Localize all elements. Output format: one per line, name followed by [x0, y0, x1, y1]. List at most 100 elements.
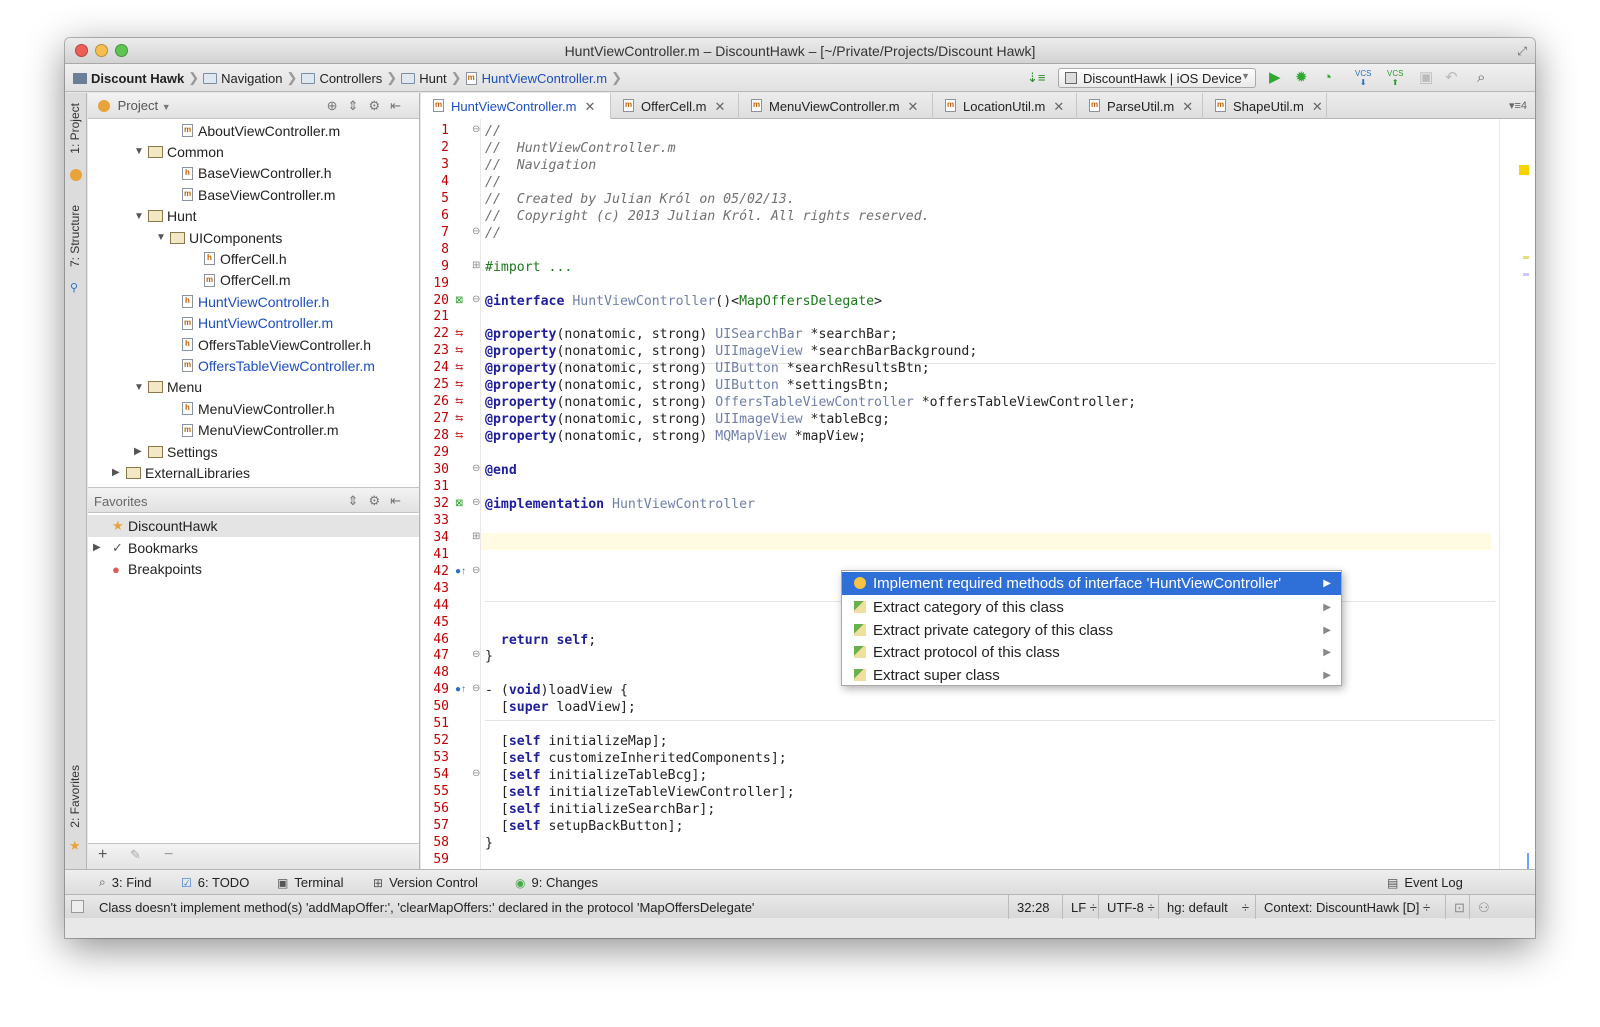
caret-position[interactable]: 32:28 — [1008, 895, 1062, 919]
profile-icon[interactable]: ◔ — [1323, 69, 1332, 87]
encoding-select[interactable]: UTF-8 ÷ — [1098, 895, 1158, 919]
version-control-tool-button[interactable]: ⊞ Version Control — [373, 875, 478, 890]
run-configuration-select[interactable]: DiscountHawk | iOS Device ▼ — [1058, 68, 1256, 88]
tree-item[interactable]: ▶ ExternalLibraries — [112, 462, 250, 479]
find-tool-button[interactable]: ⌕ 3: Find — [99, 875, 151, 890]
code-line[interactable]: [self setupBackButton]; — [485, 818, 684, 835]
code-line[interactable]: // HuntViewController.m — [485, 140, 676, 157]
close-tab-icon[interactable]: ✕ — [1182, 99, 1193, 114]
tree-item[interactable]: HuntViewController.m — [168, 313, 333, 334]
code-line[interactable]: @property(nonatomic, strong) UIImageView… — [485, 343, 977, 360]
tab-project[interactable]: 1: Project — [68, 103, 82, 154]
code-line[interactable]: @implementation HuntViewController — [485, 496, 755, 513]
code-line[interactable]: [self initializeTableViewController]; — [485, 784, 795, 801]
vcs-update-icon[interactable]: VCS ⬇ — [1355, 69, 1371, 87]
code-line[interactable]: // — [485, 123, 501, 140]
property-icon[interactable]: ⇆ — [455, 396, 463, 407]
tabs-overflow-icon[interactable]: ▾≡4 — [1509, 99, 1527, 112]
remove-icon[interactable]: − — [164, 846, 173, 864]
fullscreen-icon[interactable]: ⤢ — [1517, 44, 1527, 59]
fold-icon[interactable]: ⊖ — [472, 649, 480, 660]
expand-arrow-icon[interactable]: ▼ — [156, 232, 170, 243]
fold-icon[interactable]: ⊞ — [472, 260, 480, 271]
override-icon[interactable]: ●↑ — [455, 684, 466, 695]
code-line[interactable]: @interface HuntViewController()<MapOffer… — [485, 293, 882, 310]
code-line[interactable]: - (void)loadView { — [485, 682, 628, 699]
property-icon[interactable]: ⇆ — [455, 413, 463, 424]
line-separator-select[interactable]: LF ÷ — [1062, 895, 1098, 919]
favorites-item[interactable]: ★ DiscountHawk — [88, 515, 419, 537]
tree-item[interactable]: HuntViewController.h — [168, 291, 329, 312]
debug-icon[interactable]: ✹ — [1295, 69, 1308, 87]
search-icon[interactable]: ⌕ — [1477, 69, 1485, 87]
code-line[interactable]: @property(nonatomic, strong) OffersTable… — [485, 394, 1136, 411]
code-line[interactable]: @end — [485, 462, 517, 479]
toggle-tool-windows-icon[interactable] — [71, 900, 84, 913]
code-line[interactable]: [self initializeSearchBar]; — [485, 801, 715, 818]
code-line[interactable]: [super loadView]; — [485, 699, 636, 716]
tree-item[interactable]: ▼ Menu — [134, 377, 202, 398]
close-tab-icon[interactable]: ✕ — [908, 99, 919, 114]
fold-icon[interactable]: ⊞ — [472, 531, 480, 542]
code-line[interactable]: [self initializeTableBcg]; — [485, 767, 707, 784]
editor-tab[interactable]: ParseUtil.m ✕ — [1077, 93, 1203, 119]
breadcrumb-current-file[interactable]: HuntViewController.m❯ — [465, 70, 622, 86]
editor-tab[interactable]: HuntViewController.m ✕ — [421, 93, 611, 119]
fold-icon[interactable]: ⊖ — [472, 683, 480, 694]
expand-arrow-icon[interactable]: ▶ — [112, 467, 126, 478]
intention-action-item[interactable]: Extract category of this class ▶ — [842, 596, 1341, 619]
close-tab-icon[interactable]: ✕ — [1312, 99, 1323, 114]
code-line[interactable]: // Copyright (c) 2013 Julian Król. All r… — [485, 208, 930, 225]
implements-icon[interactable]: ⊠ — [455, 295, 463, 306]
tree-item[interactable]: ▶ Settings — [134, 441, 218, 462]
fold-icon[interactable]: ⊖ — [472, 124, 480, 135]
override-icon[interactable]: ●↑ — [455, 566, 466, 577]
code-line[interactable]: // Navigation — [485, 157, 596, 174]
breadcrumb-hunt[interactable]: Hunt ❯ — [401, 70, 462, 86]
context-select[interactable]: Context: DiscountHawk [D] ÷ — [1255, 895, 1445, 919]
code-line[interactable]: @property(nonatomic, strong) UIImageView… — [485, 411, 890, 428]
tree-item[interactable]: BaseViewController.m — [168, 184, 335, 205]
tab-favorites[interactable]: 2: Favorites — [68, 765, 82, 828]
property-icon[interactable]: ⇆ — [455, 345, 463, 356]
hide-icon[interactable]: ⇤ — [390, 493, 411, 508]
tree-item[interactable]: OffersTableViewController.m — [168, 355, 375, 376]
code-line[interactable]: // — [485, 174, 501, 191]
editor-tab[interactable]: LocationUtil.m ✕ — [933, 93, 1077, 119]
collapse-icon[interactable]: ⇕ — [348, 493, 369, 508]
expand-arrow-icon[interactable]: ▼ — [134, 211, 148, 222]
code-line[interactable]: } — [485, 835, 493, 852]
expand-arrow-icon[interactable]: ▶ — [88, 542, 112, 553]
implements-icon[interactable]: ⊠ — [455, 498, 463, 509]
tree-item[interactable]: OfferCell.m — [190, 270, 291, 291]
code-line[interactable]: @property(nonatomic, strong) UIButton *s… — [485, 377, 890, 394]
run-icon[interactable]: ▶ — [1269, 69, 1281, 87]
add-icon[interactable]: + — [98, 846, 107, 864]
event-log-tool-button[interactable]: ▤ Event Log — [1387, 875, 1463, 890]
compare-icon[interactable]: ▣ — [1419, 69, 1433, 87]
code-line[interactable]: // — [485, 225, 501, 242]
code-area[interactable]: //// HuntViewController.m// Navigation//… — [485, 119, 1485, 869]
property-icon[interactable]: ⇆ — [455, 328, 463, 339]
changes-tool-button[interactable]: ◉ 9: Changes — [515, 875, 598, 890]
terminal-tool-button[interactable]: ▣ Terminal — [277, 875, 343, 890]
vcs-branch-select[interactable]: hg: default ÷ — [1158, 895, 1255, 919]
expand-arrow-icon[interactable]: ▼ — [134, 382, 148, 393]
tree-item[interactable]: AboutViewController.m — [168, 120, 340, 141]
close-tab-icon[interactable]: ✕ — [584, 99, 595, 114]
code-line[interactable]: [self initializeMap]; — [485, 733, 668, 750]
favorites-item[interactable]: ▶ ✓ Bookmarks — [88, 537, 419, 559]
vcs-commit-icon[interactable]: VCS ⬆ — [1387, 69, 1403, 87]
tree-item[interactable]: BaseViewController.h — [168, 163, 332, 184]
tab-structure[interactable]: 7: Structure — [68, 205, 82, 267]
fold-icon[interactable]: ⊖ — [472, 497, 480, 508]
close-tab-icon[interactable]: ✕ — [715, 99, 726, 114]
tree-item[interactable]: MenuViewController.m — [168, 420, 339, 441]
intention-action-item[interactable]: Extract super class ▶ — [842, 664, 1341, 687]
code-line[interactable]: @property(nonatomic, strong) UIButton *s… — [485, 360, 930, 377]
lock-icon[interactable]: ⊡ — [1445, 895, 1469, 919]
code-line[interactable]: // Created by Julian Król on 05/02/13. — [485, 191, 795, 208]
expand-arrow-icon[interactable]: ▶ — [134, 446, 148, 457]
breadcrumb-project[interactable]: Discount Hawk ❯ — [73, 70, 199, 86]
property-icon[interactable]: ⇆ — [455, 379, 463, 390]
